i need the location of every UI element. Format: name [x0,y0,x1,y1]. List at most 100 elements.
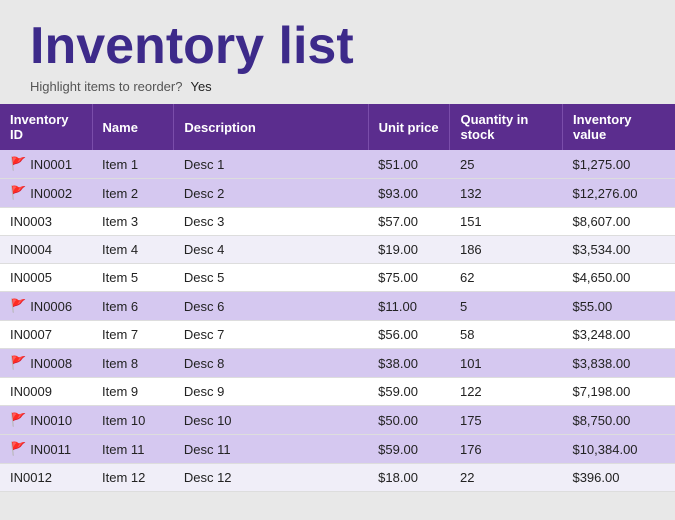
cell-desc: Desc 3 [174,208,368,236]
cell-qty: 62 [450,264,563,292]
cell-name: Item 8 [92,349,174,378]
cell-name: Item 11 [92,435,174,464]
cell-value: $10,384.00 [562,435,675,464]
col-header-desc: Description [174,104,368,150]
cell-id: IN0007 [0,321,92,349]
cell-name: Item 6 [92,292,174,321]
cell-id: IN0005 [0,264,92,292]
cell-price: $59.00 [368,378,450,406]
cell-name: Item 7 [92,321,174,349]
cell-desc: Desc 9 [174,378,368,406]
cell-id: 🚩 IN0008 [0,349,92,378]
table-row: IN0005Item 5Desc 5$75.0062$4,650.00 [0,264,675,292]
cell-qty: 186 [450,236,563,264]
cell-id: IN0009 [0,378,92,406]
flag-icon: 🚩 [10,156,26,172]
cell-price: $56.00 [368,321,450,349]
cell-value: $55.00 [562,292,675,321]
flag-icon: 🚩 [10,185,26,201]
cell-name: Item 5 [92,264,174,292]
cell-desc: Desc 12 [174,464,368,492]
cell-price: $38.00 [368,349,450,378]
flag-icon: 🚩 [10,441,26,457]
flag-icon: 🚩 [10,355,26,371]
id-value: IN0011 [30,442,71,457]
cell-value: $4,650.00 [562,264,675,292]
table-row: IN0007Item 7Desc 7$56.0058$3,248.00 [0,321,675,349]
table-row: 🚩 IN0011 Item 11Desc 11$59.00176$10,384.00 [0,435,675,464]
subtitle-row: Highlight items to reorder? Yes [30,79,645,94]
cell-desc: Desc 1 [174,150,368,179]
cell-desc: Desc 2 [174,179,368,208]
cell-value: $7,198.00 [562,378,675,406]
id-value: IN0010 [30,413,72,428]
cell-qty: 122 [450,378,563,406]
table-row: IN0012Item 12Desc 12$18.0022$396.00 [0,464,675,492]
id-value: IN0006 [30,299,72,314]
cell-desc: Desc 10 [174,406,368,435]
table-row: 🚩 IN0001 Item 1Desc 1$51.0025$1,275.00 [0,150,675,179]
cell-qty: 5 [450,292,563,321]
page: Inventory list Highlight items to reorde… [0,0,675,520]
table-wrapper: Inventory ID Name Description Unit price… [0,104,675,520]
cell-price: $57.00 [368,208,450,236]
cell-id: 🚩IN0010 [0,406,92,435]
id-value: IN0009 [10,384,52,399]
cell-qty: 25 [450,150,563,179]
cell-qty: 101 [450,349,563,378]
table-row: 🚩IN0010Item 10Desc 10$50.00175$8,750.00 [0,406,675,435]
cell-qty: 175 [450,406,563,435]
cell-price: $51.00 [368,150,450,179]
cell-desc: Desc 8 [174,349,368,378]
cell-price: $18.00 [368,464,450,492]
cell-name: Item 1 [92,150,174,179]
table-row: IN0003Item 3Desc 3$57.00151$8,607.00 [0,208,675,236]
cell-id: 🚩 IN0002 [0,179,92,208]
highlight-label: Highlight items to reorder? [30,79,182,94]
id-value: IN0007 [10,327,52,342]
cell-qty: 132 [450,179,563,208]
cell-name: Item 3 [92,208,174,236]
cell-value: $8,607.00 [562,208,675,236]
cell-qty: 58 [450,321,563,349]
cell-price: $59.00 [368,435,450,464]
id-value: IN0004 [10,242,52,257]
cell-id: IN0003 [0,208,92,236]
cell-desc: Desc 5 [174,264,368,292]
cell-id: 🚩 IN0011 [0,435,92,464]
cell-price: $11.00 [368,292,450,321]
table-row: IN0009 Item 9Desc 9$59.00122$7,198.00 [0,378,675,406]
cell-price: $50.00 [368,406,450,435]
cell-price: $75.00 [368,264,450,292]
cell-id: IN0012 [0,464,92,492]
cell-name: Item 10 [92,406,174,435]
table-header-row: Inventory ID Name Description Unit price… [0,104,675,150]
col-header-val: Inventory value [562,104,675,150]
cell-value: $12,276.00 [562,179,675,208]
cell-id: 🚩IN0006 [0,292,92,321]
id-value: IN0001 [30,157,72,172]
header: Inventory list Highlight items to reorde… [0,0,675,104]
cell-name: Item 9 [92,378,174,406]
id-value: IN0002 [30,186,72,201]
id-value: IN0012 [10,470,52,485]
cell-qty: 151 [450,208,563,236]
cell-price: $19.00 [368,236,450,264]
cell-value: $8,750.00 [562,406,675,435]
cell-desc: Desc 11 [174,435,368,464]
cell-name: Item 12 [92,464,174,492]
table-row: 🚩IN0008Item 8Desc 8$38.00101$3,838.00 [0,349,675,378]
highlight-value: Yes [190,79,211,94]
cell-desc: Desc 4 [174,236,368,264]
cell-value: $3,534.00 [562,236,675,264]
col-header-qty: Quantity in stock [450,104,563,150]
cell-value: $3,248.00 [562,321,675,349]
cell-value: $1,275.00 [562,150,675,179]
cell-qty: 176 [450,435,563,464]
cell-id: 🚩 IN0001 [0,150,92,179]
cell-desc: Desc 6 [174,292,368,321]
table-row: 🚩IN0002Item 2Desc 2$93.00132$12,276.00 [0,179,675,208]
cell-qty: 22 [450,464,563,492]
id-value: IN0008 [30,356,72,371]
inventory-table: Inventory ID Name Description Unit price… [0,104,675,492]
